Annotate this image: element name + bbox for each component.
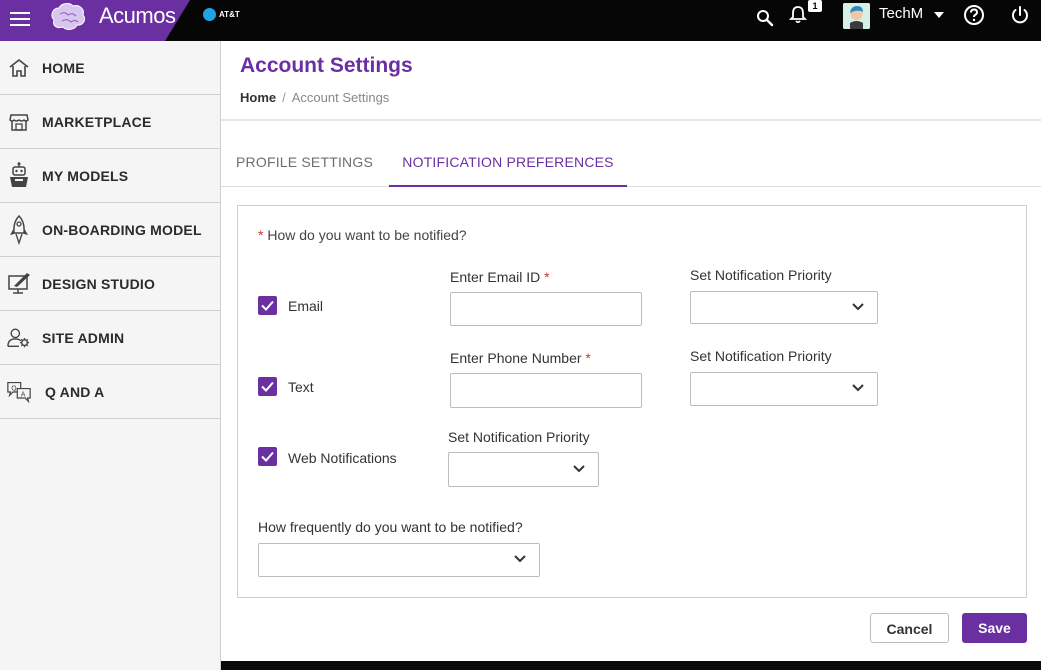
user-name[interactable]: TechM	[879, 5, 923, 22]
web-notifications-checkbox[interactable]	[258, 447, 277, 466]
sidebar-item-site-admin[interactable]: SITE ADMIN	[0, 311, 220, 365]
brain-logo-icon	[51, 3, 86, 30]
sidebar-item-q-and-a[interactable]: QA Q AND A	[0, 365, 220, 419]
sidebar-item-label: MY MODELS	[42, 167, 129, 184]
required-marker: *	[258, 227, 264, 243]
sidebar-item-label: DESIGN STUDIO	[42, 275, 156, 292]
chevron-down-icon	[852, 384, 864, 392]
cancel-button[interactable]: Cancel	[870, 613, 949, 643]
design-monitor-icon	[7, 270, 31, 298]
footer-bar	[221, 661, 1041, 670]
save-button[interactable]: Save	[962, 613, 1027, 643]
check-icon	[261, 451, 274, 462]
caret-down-icon[interactable]	[934, 12, 944, 18]
phone-field[interactable]	[450, 373, 642, 408]
user-gear-icon	[7, 324, 31, 352]
sidebar-item-label: MARKETPLACE	[42, 113, 152, 130]
top-bar: Acumos AT&T 1 TechM	[0, 0, 1041, 41]
sidebar-item-onboarding[interactable]: ON-BOARDING MODEL	[0, 203, 220, 257]
notification-count-badge: 1	[808, 0, 822, 12]
phone-field-label-text: Enter Phone Number	[450, 350, 582, 366]
chevron-down-icon	[514, 555, 526, 563]
check-icon	[261, 381, 274, 392]
text-priority-select[interactable]	[690, 372, 878, 406]
menu-icon[interactable]	[10, 9, 30, 29]
breadcrumb-separator: /	[282, 90, 286, 105]
chevron-down-icon	[852, 302, 864, 310]
sidebar-item-label: ON-BOARDING MODEL	[42, 221, 202, 238]
phone-field-label: Enter Phone Number *	[450, 350, 591, 366]
bell-icon[interactable]	[788, 5, 808, 25]
home-icon	[7, 54, 31, 82]
store-icon	[7, 108, 31, 136]
email-field-label-text: Enter Email ID	[450, 269, 541, 285]
email-priority-label: Set Notification Priority	[690, 267, 832, 283]
text-checkbox[interactable]	[258, 377, 277, 396]
required-marker: *	[585, 350, 591, 366]
partner-logo: AT&T	[203, 8, 240, 21]
email-priority-select[interactable]	[690, 291, 878, 324]
web-priority-label: Set Notification Priority	[448, 429, 590, 445]
avatar[interactable]	[843, 3, 870, 29]
email-field[interactable]	[450, 292, 642, 326]
text-checkbox-label: Text	[288, 379, 314, 395]
robot-icon	[7, 162, 31, 190]
tab-profile-settings[interactable]: PROFILE SETTINGS	[221, 140, 388, 187]
frequency-label: How frequently do you want to be notifie…	[258, 519, 523, 535]
email-field-label: Enter Email ID *	[450, 269, 550, 285]
frequency-select[interactable]	[258, 543, 540, 577]
web-notifications-checkbox-label: Web Notifications	[288, 450, 397, 466]
required-marker: *	[544, 269, 550, 285]
svg-text:Q: Q	[11, 384, 16, 392]
sidebar-item-design-studio[interactable]: DESIGN STUDIO	[0, 257, 220, 311]
header-divider	[221, 119, 1041, 121]
tab-notification-preferences[interactable]: NOTIFICATION PREFERENCES	[389, 140, 627, 187]
web-priority-select[interactable]	[448, 452, 599, 487]
breadcrumb-home-link[interactable]: Home	[240, 90, 276, 105]
sidebar-item-home[interactable]: HOME	[0, 41, 220, 95]
text-priority-label: Set Notification Priority	[690, 348, 832, 364]
power-icon[interactable]	[1009, 4, 1031, 26]
sidebar-item-label: HOME	[42, 59, 85, 76]
search-icon[interactable]	[756, 9, 774, 27]
breadcrumb: Home / Account Settings	[240, 90, 389, 105]
chevron-down-icon	[573, 464, 585, 472]
sidebar-item-label: SITE ADMIN	[42, 329, 125, 346]
check-icon	[261, 300, 274, 311]
svg-text:A: A	[21, 390, 26, 398]
breadcrumb-current: Account Settings	[291, 90, 390, 105]
brand-name[interactable]: Acumos	[99, 3, 176, 29]
settings-tabs: PROFILE SETTINGS NOTIFICATION PREFERENCE…	[221, 140, 1041, 187]
help-icon[interactable]	[963, 4, 985, 26]
globe-icon	[203, 8, 216, 21]
sidebar-item-marketplace[interactable]: MARKETPLACE	[0, 95, 220, 149]
email-checkbox[interactable]	[258, 296, 277, 315]
sidebar-item-label: Q AND A	[45, 383, 105, 400]
sidebar-item-my-models[interactable]: MY MODELS	[0, 149, 220, 203]
notify-method-question-text: How do you want to be notified?	[267, 227, 467, 243]
rocket-icon	[7, 215, 31, 245]
email-checkbox-label: Email	[288, 298, 324, 314]
notify-method-question: * How do you want to be notified?	[258, 227, 467, 243]
partner-logo-text: AT&T	[219, 10, 240, 19]
page-title: Account Settings	[240, 54, 413, 77]
sidebar: HOME MARKETPLACE MY MODELS ON-BOARDING M…	[0, 41, 221, 670]
qa-chat-icon: QA	[7, 378, 31, 406]
